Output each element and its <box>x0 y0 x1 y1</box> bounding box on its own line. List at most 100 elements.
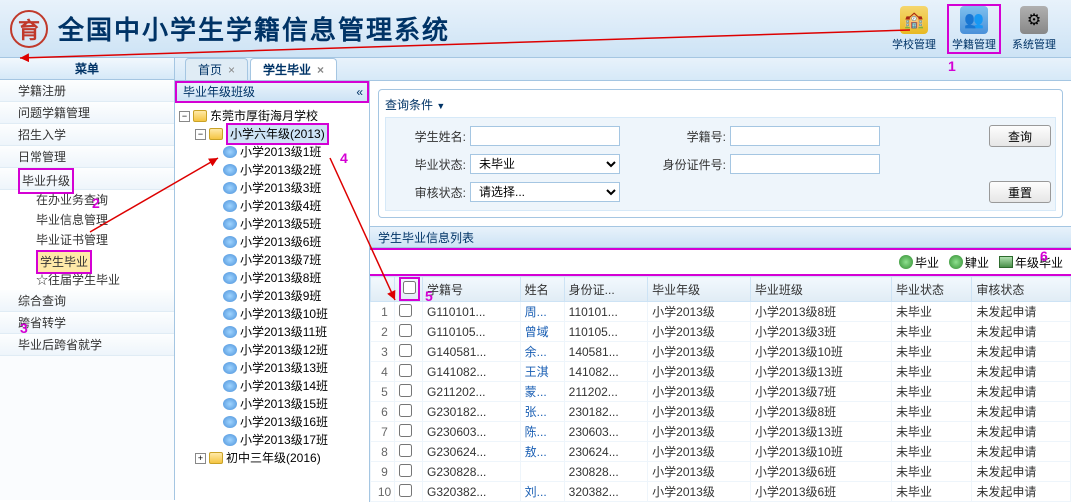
tree-class[interactable]: 小学2013级12班 <box>240 341 328 359</box>
menu-daily[interactable]: 日常管理 <box>0 146 174 168</box>
menu-enroll[interactable]: 招生入学 <box>0 124 174 146</box>
name-link[interactable]: 曾域 <box>525 325 549 339</box>
check-icon <box>949 255 963 269</box>
nav-system[interactable]: ⚙系统管理 <box>1007 4 1061 54</box>
row-check[interactable] <box>399 384 412 397</box>
select-gstat[interactable]: 未毕业 <box>470 154 620 174</box>
tree-class[interactable]: 小学2013级1班 <box>240 143 321 161</box>
folder-icon <box>209 452 223 464</box>
tree-class[interactable]: 小学2013级2班 <box>240 161 321 179</box>
nav-student[interactable]: 👥学籍管理 <box>947 4 1001 54</box>
name-link[interactable]: 刘... <box>525 485 547 499</box>
row-check[interactable] <box>399 464 412 477</box>
table-row[interactable]: 6G230182...张...230182...小学2013级小学2013级8班… <box>371 402 1071 422</box>
row-check[interactable] <box>399 484 412 497</box>
col-header: 审核状态 <box>972 277 1071 302</box>
tab-home[interactable]: 首页× <box>185 58 248 80</box>
tree-class[interactable]: 小学2013级5班 <box>240 215 321 233</box>
tree-class[interactable]: 小学2013级10班 <box>240 305 328 323</box>
row-check[interactable] <box>399 444 412 457</box>
menu-posttransfer[interactable]: 毕业后跨省就学 <box>0 334 174 356</box>
search-title: 查询条件 ▼ <box>385 96 1056 113</box>
tree-class[interactable]: 小学2013级15班 <box>240 395 328 413</box>
label-code: 学籍号: <box>650 128 730 145</box>
menu-problem[interactable]: 问题学籍管理 <box>0 102 174 124</box>
table-row[interactable]: 8G230624...敖...230624...小学2013级小学2013级10… <box>371 442 1071 462</box>
annot-1: 1 <box>948 58 956 74</box>
tree-class[interactable]: 小学2013级3班 <box>240 179 321 197</box>
table-row[interactable]: 5G211202...蒙...211202...小学2013级小学2013级7班… <box>371 382 1071 402</box>
menu-query[interactable]: 综合查询 <box>0 290 174 312</box>
tree-toggle[interactable]: − <box>195 129 206 140</box>
menu-graduate[interactable]: 毕业升级 <box>0 168 174 190</box>
tree-grade[interactable]: 小学六年级(2013) <box>226 123 329 145</box>
tree-class[interactable]: 小学2013级16班 <box>240 413 328 431</box>
btn-reset[interactable]: 重置 <box>989 181 1051 203</box>
tree-class[interactable]: 小学2013级7班 <box>240 251 321 269</box>
tree-class[interactable]: 小学2013级9班 <box>240 287 321 305</box>
name-link[interactable]: 余... <box>525 345 547 359</box>
annot-6: 6 <box>1040 248 1048 264</box>
name-link[interactable]: 张... <box>525 405 547 419</box>
tree-class[interactable]: 小学2013级4班 <box>240 197 321 215</box>
sub-pastgrad[interactable]: ☆往届学生毕业 <box>0 270 174 290</box>
row-check[interactable] <box>399 324 412 337</box>
tree-class[interactable]: 小学2013级14班 <box>240 377 328 395</box>
name-link[interactable]: 周... <box>525 305 547 319</box>
users-icon <box>223 416 237 428</box>
table-row[interactable]: 1G110101...周...110101...小学2013级小学2013级8班… <box>371 302 1071 322</box>
name-link[interactable]: 陈... <box>525 425 547 439</box>
sidebar: 菜单 学籍注册 问题学籍管理 招生入学 日常管理 毕业升级 在办业务查询 毕业信… <box>0 58 175 500</box>
users-icon <box>223 182 237 194</box>
btn-graduate[interactable]: 毕业 <box>899 254 939 271</box>
row-check[interactable] <box>399 404 412 417</box>
tree-class[interactable]: 小学2013级11班 <box>240 323 327 341</box>
tree-title: 毕业年级班级« <box>175 81 369 103</box>
row-check[interactable] <box>399 344 412 357</box>
tree-toggle[interactable]: − <box>179 111 190 122</box>
header-nav: 🏫学校管理 👥学籍管理 ⚙系统管理 <box>887 4 1061 54</box>
btn-dropout[interactable]: 肄业 <box>949 254 989 271</box>
input-id[interactable] <box>730 154 880 174</box>
school-icon: 🏫 <box>900 6 928 34</box>
check-icon <box>899 255 913 269</box>
tab-graduate[interactable]: 学生毕业× <box>250 58 337 80</box>
input-code[interactable] <box>730 126 880 146</box>
tree-class[interactable]: 小学2013级13班 <box>240 359 328 377</box>
row-check[interactable] <box>399 424 412 437</box>
btn-gradegrad[interactable]: 年级毕业 <box>999 254 1063 271</box>
tree-class[interactable]: 小学2013级8班 <box>240 269 321 287</box>
table-row[interactable]: 7G230603...陈...230603...小学2013级小学2013级13… <box>371 422 1071 442</box>
check-all[interactable] <box>403 281 416 294</box>
name-link[interactable]: 蒙... <box>525 385 547 399</box>
tree-class[interactable]: 小学2013级6班 <box>240 233 321 251</box>
collapse-icon[interactable]: « <box>356 81 363 103</box>
table-row[interactable]: 9G230828...230828...小学2013级小学2013级6班未毕业未… <box>371 462 1071 482</box>
input-name[interactable] <box>470 126 620 146</box>
name-link[interactable]: 王淇 <box>525 365 549 379</box>
table-row[interactable]: 4G141082...王淇141082...小学2013级小学2013级13班未… <box>371 362 1071 382</box>
close-icon[interactable]: × <box>317 63 324 77</box>
col-header: 毕业班级 <box>750 277 891 302</box>
row-check[interactable] <box>399 304 412 317</box>
menu-register[interactable]: 学籍注册 <box>0 80 174 102</box>
tree-toggle[interactable]: + <box>195 453 206 464</box>
table-row[interactable]: 10G320382...刘...320382...小学2013级小学2013级6… <box>371 482 1071 502</box>
sub-gradinfo[interactable]: 毕业信息管理 <box>0 210 174 230</box>
tree-class[interactable]: 小学2013级17班 <box>240 431 328 449</box>
name-link[interactable]: 敖... <box>525 445 547 459</box>
users-icon <box>223 362 237 374</box>
sub-cert[interactable]: 毕业证书管理 <box>0 230 174 250</box>
table-row[interactable]: 3G140581...余...140581...小学2013级小学2013级10… <box>371 342 1071 362</box>
col-header <box>395 277 423 302</box>
nav-school[interactable]: 🏫学校管理 <box>887 4 941 54</box>
table-row[interactable]: 2G110105...曾域110105...小学2013级小学2013级3班未毕… <box>371 322 1071 342</box>
sub-studentgrad[interactable]: 学生毕业 <box>0 250 174 270</box>
logo-icon: 育 <box>10 10 48 48</box>
row-check[interactable] <box>399 364 412 377</box>
btn-query[interactable]: 查询 <box>989 125 1051 147</box>
close-icon[interactable]: × <box>228 63 235 77</box>
tree-grade2[interactable]: 初中三年级(2016) <box>226 449 321 467</box>
col-header: 姓名 <box>520 277 564 302</box>
select-astat[interactable]: 请选择... <box>470 182 620 202</box>
